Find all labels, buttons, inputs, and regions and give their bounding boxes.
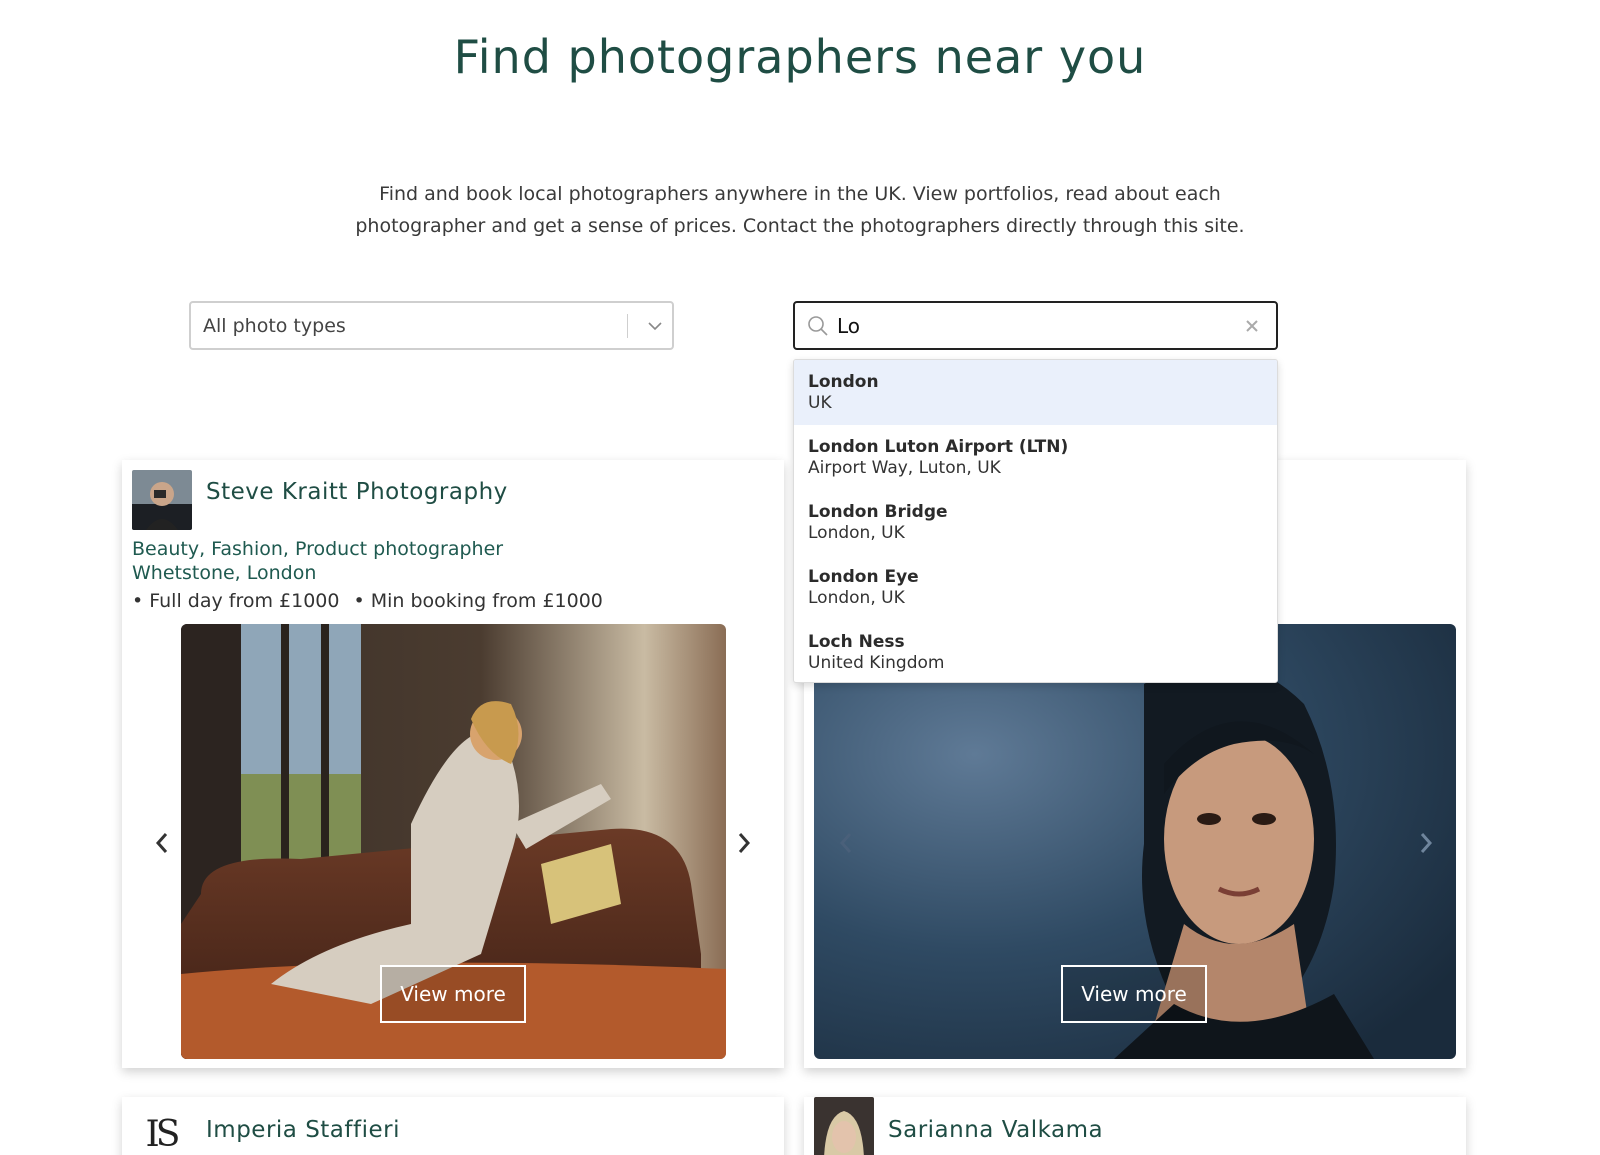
price-info: • Full day from £1000 • Min booking from… [132, 590, 603, 612]
suggestion-item[interactable]: London Luton Airport (LTN) Airport Way, … [794, 425, 1277, 490]
photographer-card[interactable]: IS Imperia Staffieri [122, 1097, 784, 1155]
location-suggestions: London UK London Luton Airport (LTN) Air… [793, 359, 1278, 683]
close-icon[interactable] [1242, 316, 1262, 336]
intro-text: Find and book local photographers anywhe… [300, 178, 1300, 242]
price-full-day: • Full day from £1000 [132, 590, 340, 612]
photographer-name[interactable]: Sarianna Valkama [888, 1117, 1103, 1143]
chevron-left-icon[interactable] [834, 828, 858, 858]
suggestion-name: London Eye [808, 567, 919, 587]
photographer-card[interactable]: Sarianna Valkama [804, 1097, 1466, 1155]
chevron-left-icon[interactable] [150, 828, 174, 858]
intro-line-2: photographer and get a sense of prices. … [355, 215, 1245, 237]
chevron-right-icon[interactable] [732, 828, 756, 858]
view-more-button[interactable]: View more [380, 965, 526, 1023]
suggestion-item[interactable]: London UK [794, 360, 1277, 425]
logo-text: IS [145, 1113, 181, 1155]
photographer-name[interactable]: Imperia Staffieri [206, 1117, 400, 1143]
photographer-location: Whetstone, London [132, 562, 317, 584]
avatar[interactable] [132, 470, 192, 530]
suggestion-detail: United Kingdom [808, 653, 945, 673]
suggestion-detail: UK [808, 393, 832, 413]
intro-line-1: Find and book local photographers anywhe… [379, 183, 1221, 205]
suggestion-name: London Bridge [808, 502, 948, 522]
photographer-categories: Beauty, Fashion, Product photographer [132, 538, 504, 560]
photographer-card[interactable]: Steve Kraitt Photography Beauty, Fashion… [122, 460, 784, 1068]
chevron-right-icon[interactable] [1414, 828, 1438, 858]
suggestion-item[interactable]: Loch Ness United Kingdom [794, 620, 1277, 682]
suggestion-detail: Airport Way, Luton, UK [808, 458, 1001, 478]
price-min-booking: • Min booking from £1000 [353, 590, 603, 612]
location-search[interactable] [793, 301, 1278, 350]
select-separator [627, 313, 628, 338]
suggestion-item[interactable]: London Bridge London, UK [794, 490, 1277, 555]
suggestion-detail: London, UK [808, 588, 905, 608]
chevron-down-icon[interactable] [638, 321, 672, 331]
page-title: Find photographers near you [453, 30, 1147, 84]
suggestion-name: Loch Ness [808, 632, 905, 652]
suggestion-name: London Luton Airport (LTN) [808, 437, 1069, 457]
photographer-name[interactable]: Steve Kraitt Photography [206, 479, 508, 505]
avatar[interactable] [814, 1097, 874, 1155]
photo-type-select[interactable]: All photo types [189, 301, 674, 350]
photo-type-value: All photo types [203, 314, 346, 337]
search-icon [807, 315, 829, 337]
suggestion-name: London [808, 372, 879, 392]
suggestion-item[interactable]: London Eye London, UK [794, 555, 1277, 620]
logo[interactable]: IS [136, 1109, 186, 1155]
view-more-button[interactable]: View more [1061, 965, 1207, 1023]
suggestion-detail: London, UK [808, 523, 905, 543]
location-input[interactable] [837, 313, 1242, 338]
